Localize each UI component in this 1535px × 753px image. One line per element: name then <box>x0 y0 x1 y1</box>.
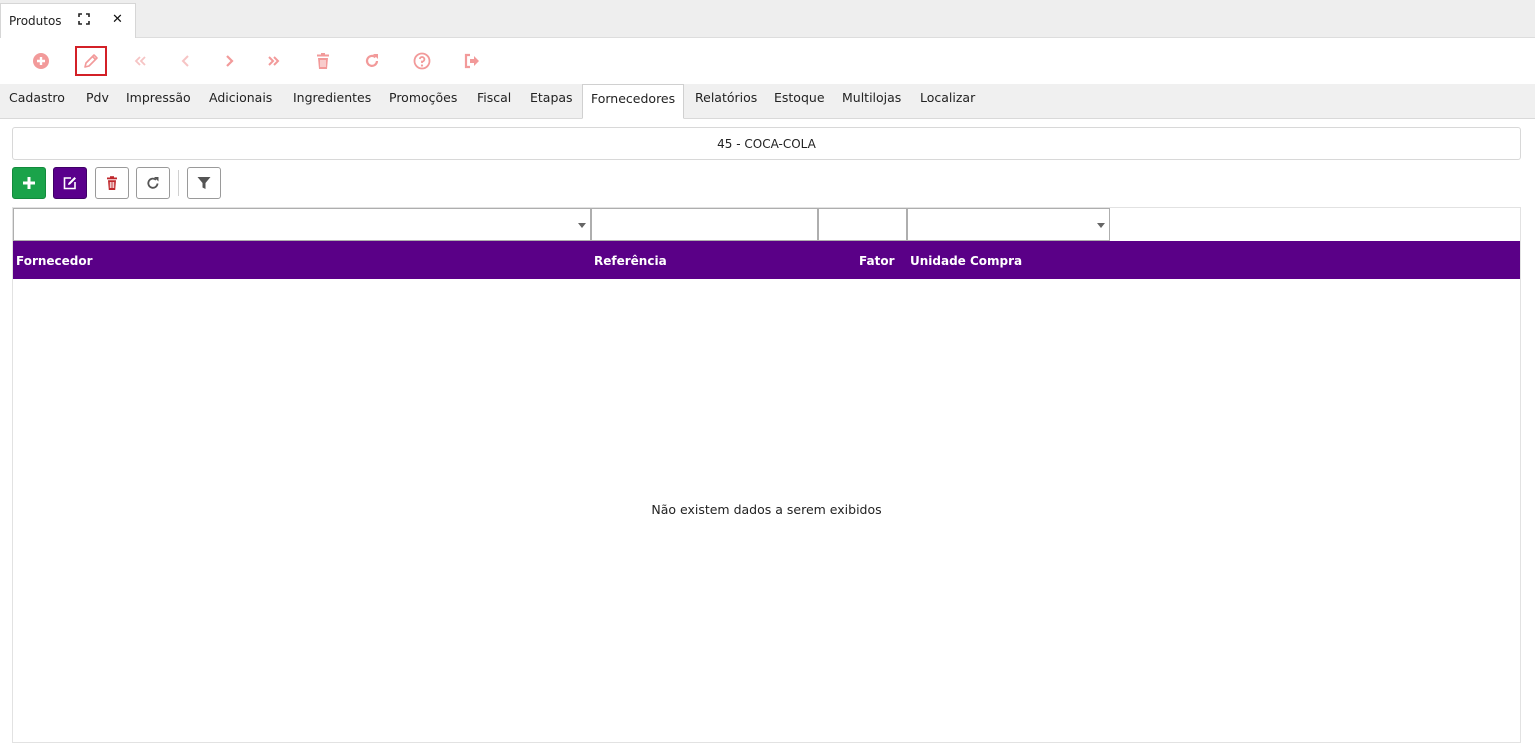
double-chevron-left-icon <box>134 56 146 66</box>
chevron-right-icon <box>226 55 234 67</box>
refresh-button[interactable] <box>356 46 388 76</box>
chevron-down-icon <box>578 223 586 228</box>
tab-localizar[interactable]: Localizar <box>920 90 975 105</box>
tab-fiscal[interactable]: Fiscal <box>477 90 511 105</box>
edit-button[interactable] <box>75 46 107 76</box>
column-header-referencia[interactable]: Referência <box>594 254 667 268</box>
tab-fornecedores[interactable]: Fornecedores <box>582 84 685 119</box>
window-tab-produtos[interactable]: Produtos ✕ <box>0 3 136 38</box>
empty-grid-message: Não existem dados a serem exibidos <box>651 502 882 517</box>
reload-button[interactable] <box>136 167 170 199</box>
delete-supplier-button[interactable] <box>95 167 129 199</box>
grid-filter-row <box>13 208 1520 241</box>
tab-pdv[interactable]: Pdv <box>86 90 109 105</box>
tab-promocoes[interactable]: Promoções <box>389 90 457 105</box>
exit-button[interactable] <box>456 46 488 76</box>
edit-supplier-button[interactable] <box>53 167 87 199</box>
chevron-left-icon <box>181 55 189 67</box>
tab-impressao[interactable]: Impressão <box>126 90 191 105</box>
refresh-icon <box>365 54 379 67</box>
tab-ingredientes[interactable]: Ingredientes <box>293 90 371 105</box>
tab-estoque[interactable]: Estoque <box>774 90 825 105</box>
new-button[interactable] <box>25 46 57 76</box>
fator-filter-input[interactable] <box>818 208 907 241</box>
product-title-bar: 45 - COCA-COLA <box>12 127 1521 160</box>
tab-cadastro[interactable]: Cadastro <box>9 90 65 105</box>
previous-record-button[interactable] <box>170 46 202 76</box>
tab-etapas[interactable]: Etapas <box>530 90 573 105</box>
column-header-unidade-compra[interactable]: Unidade Compra <box>910 254 1022 268</box>
plus-circle-icon <box>33 53 49 69</box>
referencia-filter-input[interactable] <box>591 208 818 241</box>
section-tabs: Cadastro Pdv Impressão Adicionais Ingred… <box>0 84 1535 119</box>
trash-icon <box>317 53 329 69</box>
window-tab-title: Produtos <box>9 14 62 28</box>
trash-icon <box>107 176 117 190</box>
pencil-icon <box>84 54 98 68</box>
tab-multilojas[interactable]: Multilojas <box>842 90 901 105</box>
sign-out-icon <box>464 53 479 69</box>
suppliers-grid: Fornecedor Referência Fator Unidade Comp… <box>12 207 1521 743</box>
help-button[interactable] <box>406 46 438 76</box>
main-toolbar <box>0 38 1535 84</box>
add-supplier-button[interactable] <box>12 167 46 199</box>
first-record-button[interactable] <box>124 46 156 76</box>
edit-icon <box>63 177 76 190</box>
close-icon[interactable]: ✕ <box>112 12 123 27</box>
next-record-button[interactable] <box>213 46 245 76</box>
filter-icon <box>197 177 211 189</box>
plus-icon <box>23 177 35 189</box>
unidade-compra-filter-select[interactable] <box>907 208 1110 241</box>
tab-relatorios[interactable]: Relatórios <box>695 90 757 105</box>
toolbar-divider <box>178 170 179 196</box>
column-header-fator[interactable]: Fator <box>859 254 895 268</box>
chevron-down-icon <box>1097 223 1105 228</box>
maximize-icon[interactable] <box>78 13 90 25</box>
last-record-button[interactable] <box>258 46 290 76</box>
fornecedor-filter-select[interactable] <box>13 208 591 241</box>
refresh-icon <box>147 177 159 189</box>
double-chevron-right-icon <box>268 56 280 66</box>
window-tab-strip: Produtos ✕ <box>0 0 1535 38</box>
tab-adicionais[interactable]: Adicionais <box>209 90 272 105</box>
delete-button[interactable] <box>307 46 339 76</box>
product-title: 45 - COCA-COLA <box>717 136 816 151</box>
column-header-fornecedor[interactable]: Fornecedor <box>16 254 93 268</box>
filter-button[interactable] <box>187 167 221 199</box>
grid-header-row: Fornecedor Referência Fator Unidade Comp… <box>13 241 1520 279</box>
question-circle-icon <box>413 52 431 70</box>
